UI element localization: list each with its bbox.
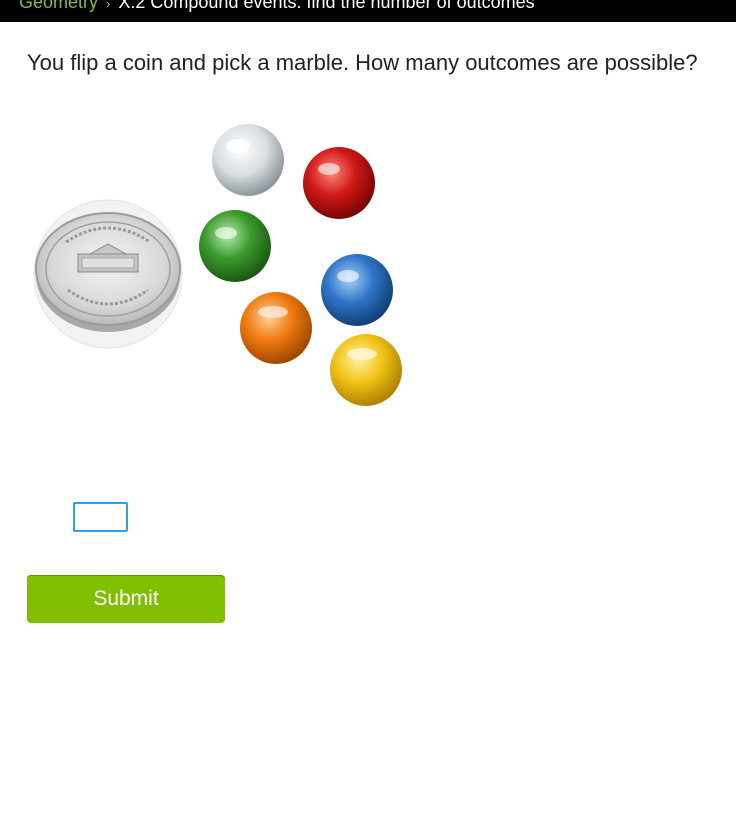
- breadcrumb-subject-link[interactable]: Geometry: [19, 0, 98, 12]
- white-marble-icon: [212, 124, 284, 196]
- blue-marble-icon: [321, 254, 393, 326]
- breadcrumb-skill: X.2 Compound events: find the number of …: [118, 0, 535, 12]
- breadcrumb-separator-icon: ›: [106, 0, 111, 11]
- coin-and-marbles-illustration: [33, 124, 402, 406]
- nickel-coin-icon: [33, 199, 183, 349]
- green-marble-icon: [199, 210, 271, 282]
- yellow-marble-icon: [330, 334, 402, 406]
- submit-button[interactable]: Submit: [27, 575, 225, 623]
- orange-marble-icon: [240, 292, 312, 364]
- question-text: You flip a coin and pick a marble. How m…: [27, 50, 698, 75]
- breadcrumb: Geometry › X.2 Compound events: find the n…: [19, 0, 535, 15]
- answer-input[interactable]: [73, 502, 128, 532]
- top-bar: Geometry › X.2 Compound events: find the n…: [0, 0, 736, 22]
- red-marble-icon: [303, 147, 375, 219]
